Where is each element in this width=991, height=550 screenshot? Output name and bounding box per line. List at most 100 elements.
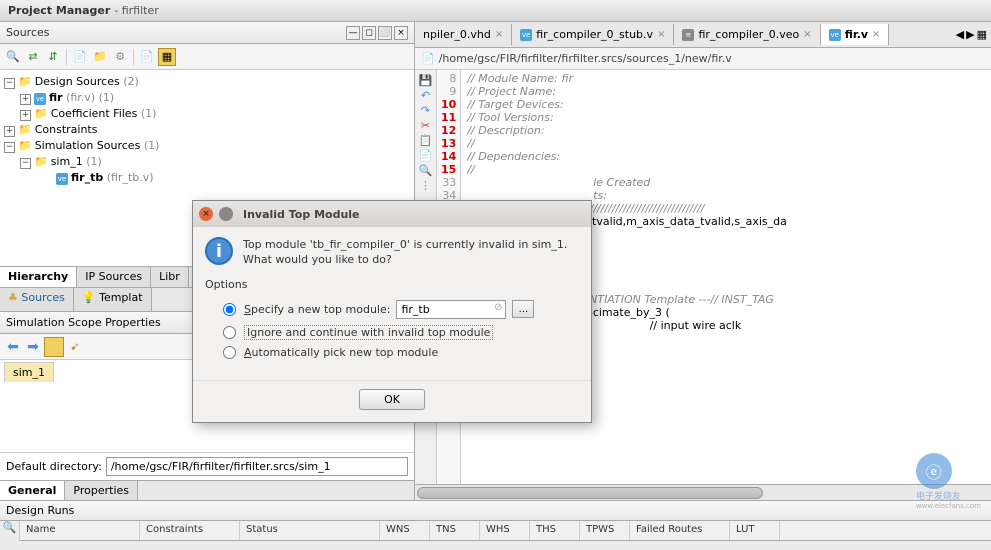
find-icon[interactable]: 🔍 [417,163,435,177]
redo-icon[interactable]: ↷ [417,103,435,117]
editor-tab-1[interactable]: npiler_0.vhd× [415,24,512,45]
next-tab-icon[interactable]: ▶ [966,28,974,41]
tab-ip-sources[interactable]: IP Sources [77,267,151,287]
watermark-icon: ⓔ [916,453,952,489]
editor-tabs: npiler_0.vhd× vefir_compiler_0_stub.v× ≡… [415,22,991,48]
more-icon[interactable]: ⋮ [417,178,435,192]
undo-icon[interactable]: ↶ [417,88,435,102]
expander-icon[interactable]: − [4,78,15,89]
watermark-badge: ⓔ 电子发烧友 www.elecfans.com [916,453,981,510]
file-icon: ≡ [682,29,694,41]
top-module-input[interactable] [396,300,506,319]
close-panel-icon[interactable]: × [394,26,408,40]
radio-auto[interactable] [223,346,236,359]
design-runs-panel: Design Runs 🔍 NameConstraintsStatusWNSTN… [0,500,991,541]
restore-icon[interactable]: ◻ [362,26,376,40]
sources-panel-header: Sources — ◻ ⬜ × [0,22,414,44]
radio-specify-label: Specify a new top module: [244,303,390,316]
close-icon[interactable]: × [872,29,880,40]
maximize-icon[interactable]: ⬜ [378,26,392,40]
sources-title: Sources [6,26,50,39]
expander-icon[interactable]: + [4,126,15,137]
sources-toolbar: 🔍 ⇄ ⇵ 📄 📁 ⚙ 📄 ▦ [0,44,414,70]
radio-specify[interactable] [223,303,236,316]
folder-icon: 📁 [34,155,48,168]
tab-general[interactable]: General [0,481,65,500]
editor-hscrollbar[interactable] [415,484,991,500]
copy-icon[interactable]: 📋 [417,133,435,147]
option-specify-new[interactable]: Specify a new top module: ⊘ ... [205,297,579,322]
back-arrow-icon[interactable]: ⬅ [4,338,22,356]
add-folder-icon[interactable]: 📁 [91,48,109,66]
option-auto[interactable]: Automatically pick new top module [205,343,579,362]
dialog-title-bar[interactable]: × Invalid Top Module [193,201,591,227]
add-source-icon[interactable]: 📄 [71,48,89,66]
tab-libraries[interactable]: Libr [151,267,189,287]
pm-subtitle: - firfilter [114,4,159,17]
verilog-icon: ve [56,173,68,185]
forward-arrow-icon[interactable]: ➡ [24,338,42,356]
pointer-icon[interactable]: ➹ [66,338,84,356]
folder-icon: 📁 [18,139,32,152]
expander-icon[interactable]: + [20,110,31,121]
verilog-icon: ve [829,29,841,41]
search-icon[interactable]: 🔍 [4,48,22,66]
file-path-bar: 📄 /home/gsc/FIR/firfilter/firfilter.srcs… [415,48,991,70]
clear-icon[interactable]: ⊘ [494,302,502,313]
close-icon[interactable]: × [803,29,811,40]
collapse-icon[interactable]: ⇄ [24,48,42,66]
paste-icon[interactable]: 📄 [417,148,435,162]
browse-button[interactable]: ... [512,300,534,318]
close-icon[interactable]: × [199,207,213,221]
invalid-top-module-dialog: × Invalid Top Module i Top module 'tb_fi… [192,200,592,423]
editor-tab-4[interactable]: vefir.v× [821,24,890,45]
tab-properties[interactable]: Properties [65,481,138,500]
editor-tab-2[interactable]: vefir_compiler_0_stub.v× [512,24,674,45]
save-icon[interactable]: 💾 [417,73,435,87]
default-dir-label: Default directory: [6,460,102,473]
file-path: /home/gsc/FIR/firfilter/firfilter.srcs/s… [439,52,732,65]
options-label: Options [205,278,579,291]
editor-tab-3[interactable]: ≡fir_compiler_0.veo× [674,24,820,45]
folder-icon: 📁 [34,107,48,120]
pm-title: Project Manager [8,4,110,17]
props-tab-sim1[interactable]: sim_1 [4,362,54,382]
prev-tab-icon[interactable]: ◀ [956,28,964,41]
close-icon[interactable]: × [495,29,503,40]
project-manager-title-bar: Project Manager - firfilter [0,0,991,22]
dialog-message: Top module 'tb_fir_compiler_0' is curren… [243,237,579,268]
option-ignore[interactable]: Ignore and continue with invalid top mod… [205,322,579,343]
design-runs-title: Design Runs [0,501,991,521]
tab-list-icon[interactable]: ▦ [977,28,987,41]
highlight-icon[interactable]: ▦ [158,48,176,66]
cut-icon[interactable]: ✂ [417,118,435,132]
expander-icon[interactable]: − [20,158,31,169]
verilog-icon: ve [34,93,46,105]
expander-icon[interactable]: + [20,94,31,105]
folder-icon: 📁 [18,75,32,88]
expand-icon[interactable]: ⇵ [44,48,62,66]
settings-icon[interactable]: ⚙ [111,48,129,66]
info-icon: i [205,237,233,265]
nav-icon[interactable] [44,337,64,357]
search-icon[interactable]: 🔍 [0,521,20,541]
design-runs-columns: NameConstraintsStatusWNSTNSWHSTHSTPWSFai… [20,521,991,541]
minimize-icon[interactable] [219,207,233,221]
ok-button[interactable]: OK [359,389,425,410]
tab-sources[interactable]: ♣ Sources [0,288,74,311]
radio-auto-label: Automatically pick new top module [244,346,438,359]
doc-icon[interactable]: 📄 [138,48,156,66]
default-directory-row: Default directory: [0,452,414,480]
tab-hierarchy[interactable]: Hierarchy [0,267,77,287]
path-icon: 📄 [421,52,435,65]
default-dir-input[interactable] [106,457,408,476]
radio-ignore[interactable] [223,326,236,339]
minimize-icon[interactable]: — [346,26,360,40]
expander-icon[interactable]: − [4,142,15,153]
close-icon[interactable]: × [657,29,665,40]
verilog-icon: ve [520,29,532,41]
props-title: Simulation Scope Properties [6,316,161,329]
folder-icon: 📁 [18,123,32,136]
tab-templates[interactable]: 💡 Templat [74,288,152,311]
radio-ignore-label: Ignore and continue with invalid top mod… [244,325,493,340]
